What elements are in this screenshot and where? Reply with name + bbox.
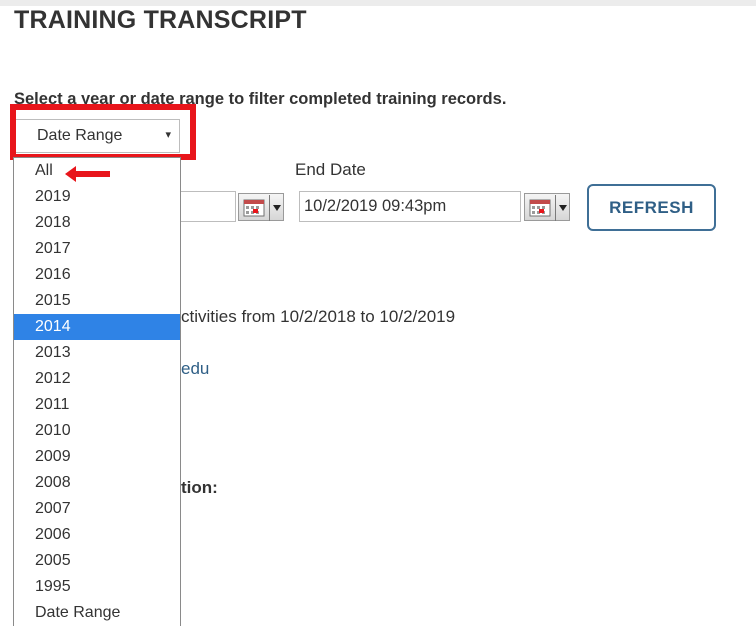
dropdown-option-1995[interactable]: 1995 [14,574,180,600]
dropdown-option-2018[interactable]: 2018 [14,210,180,236]
email-link[interactable]: edu [181,359,209,379]
dropdown-option-2007[interactable]: 2007 [14,496,180,522]
dropdown-option-2005[interactable]: 2005 [14,548,180,574]
calendar-icon [243,195,281,221]
activities-range-text: ctivities from 10/2/2018 to 10/2/2019 [181,307,456,326]
end-date-label: End Date [295,160,366,179]
dropdown-option-2013[interactable]: 2013 [14,340,180,366]
refresh-button[interactable]: REFRESH [587,184,716,231]
dropdown-option-2010[interactable]: 2010 [14,418,180,444]
dropdown-option-2014[interactable]: 2014 [14,314,180,340]
section-label: tion: [181,478,218,497]
annotation-highlight-box [10,104,196,160]
dropdown-option-2016[interactable]: 2016 [14,262,180,288]
end-date-input[interactable]: 10/2/2019 09:43pm [299,191,521,222]
dropdown-option-2019[interactable]: 2019 [14,184,180,210]
end-date-calendar-button[interactable] [524,193,570,221]
dropdown-option-2015[interactable]: 2015 [14,288,180,314]
dropdown-option-2017[interactable]: 2017 [14,236,180,262]
start-date-calendar-button[interactable] [238,193,284,221]
left-arrow-icon [65,166,110,182]
calendar-icon [529,195,567,221]
dropdown-option-2011[interactable]: 2011 [14,392,180,418]
year-filter-dropdown[interactable]: All 2019 2018 2017 2016 2015 2014 2013 2… [13,157,181,626]
page-title: TRAINING TRANSCRIPT [14,6,307,34]
dropdown-option-2012[interactable]: 2012 [14,366,180,392]
dropdown-option-2008[interactable]: 2008 [14,470,180,496]
dropdown-option-2009[interactable]: 2009 [14,444,180,470]
dropdown-option-2006[interactable]: 2006 [14,522,180,548]
dropdown-option-date-range[interactable]: Date Range [14,600,180,626]
end-date-value: 10/2/2019 09:43pm [304,197,447,215]
